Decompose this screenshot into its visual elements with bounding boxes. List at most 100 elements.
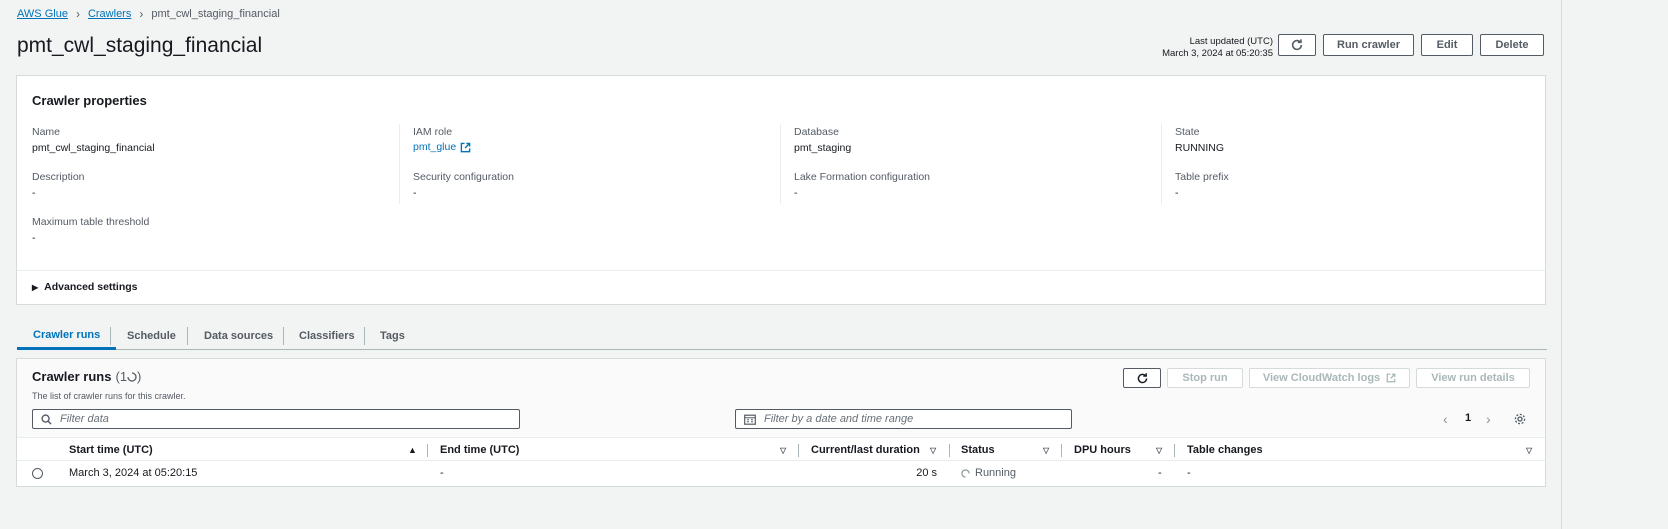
view-cloudwatch-logs-button[interactable]: View CloudWatch logs xyxy=(1249,368,1410,388)
column-separator xyxy=(798,444,799,457)
run-count: (1 ) xyxy=(115,369,141,384)
tab-crawler-runs[interactable]: Crawler runs xyxy=(17,322,117,350)
column-separator xyxy=(949,444,950,457)
state-label: State xyxy=(1175,126,1200,138)
date-range-placeholder: Filter by a date and time range xyxy=(764,413,914,425)
state-value: RUNNING xyxy=(1175,142,1224,154)
chevron-right-icon: › xyxy=(75,7,80,21)
tab-tags[interactable]: Tags xyxy=(364,322,421,350)
sort-icon[interactable]: ▽ xyxy=(1156,438,1162,462)
column-start-time[interactable]: Start time (UTC) xyxy=(69,438,153,462)
sort-icon[interactable]: ▽ xyxy=(780,438,786,462)
iam-role-value[interactable]: pmt_glue xyxy=(413,141,456,153)
table-prefix-label: Table prefix xyxy=(1175,171,1229,183)
crawler-runs-header: Crawler runs (1 ) xyxy=(32,369,141,384)
calendar-icon xyxy=(744,414,756,425)
gear-icon xyxy=(1514,413,1526,425)
breadcrumb-crawlers[interactable]: Crawlers xyxy=(88,8,131,20)
crawler-properties-title: Crawler properties xyxy=(32,93,147,108)
page-title: pmt_cwl_staging_financial xyxy=(17,34,263,57)
crawler-runs-subtitle: The list of crawler runs for this crawle… xyxy=(32,391,186,401)
advanced-settings-label: Advanced settings xyxy=(44,281,138,293)
max-table-threshold-value: - xyxy=(32,232,36,244)
cell-start-time: March 3, 2024 at 05:20:15 xyxy=(69,467,198,479)
page-number[interactable]: 1 xyxy=(1465,412,1471,424)
date-range-filter[interactable]: Filter by a date and time range xyxy=(735,409,1072,429)
database-value: pmt_staging xyxy=(794,142,852,154)
column-divider xyxy=(780,124,781,204)
column-end-time[interactable]: End time (UTC) xyxy=(440,438,519,462)
iam-role-label: IAM role xyxy=(413,126,453,138)
divider xyxy=(17,270,1545,271)
cell-end-time: - xyxy=(440,467,444,479)
loading-spinner-icon xyxy=(961,468,970,478)
database-label: Database xyxy=(794,126,839,138)
delete-button[interactable]: Delete xyxy=(1480,34,1544,56)
sort-ascending-icon[interactable]: ▲ xyxy=(408,438,417,462)
page-edge-divider xyxy=(1561,0,1562,529)
breadcrumb: AWS Glue › Crawlers › pmt_cwl_staging_fi… xyxy=(17,7,280,21)
table-header: Start time (UTC) ▲ End time (UTC) ▽ Curr… xyxy=(17,437,1545,461)
column-status[interactable]: Status xyxy=(961,438,995,462)
last-updated-value: March 3, 2024 at 05:20:35 xyxy=(1162,48,1273,59)
chevron-right-icon: › xyxy=(139,7,144,21)
caret-right-icon: ▶ xyxy=(32,282,39,292)
table-prefix-value: - xyxy=(1175,187,1179,199)
sort-icon[interactable]: ▽ xyxy=(1526,438,1532,462)
name-label: Name xyxy=(32,126,61,138)
row-select-radio[interactable] xyxy=(32,468,43,479)
run-count-close: ) xyxy=(137,369,142,384)
tab-schedule[interactable]: Schedule xyxy=(111,322,192,350)
crawler-runs-panel: Crawler runs (1 ) The list of crawler ru… xyxy=(16,358,1546,487)
run-count-open: (1 xyxy=(115,369,128,384)
tab-data-sources[interactable]: Data sources xyxy=(188,322,289,350)
filter-data-placeholder: Filter data xyxy=(60,413,109,425)
name-value: pmt_cwl_staging_financial xyxy=(32,142,155,154)
lake-formation-label: Lake Formation configuration xyxy=(794,171,930,183)
max-table-threshold-label: Maximum table threshold xyxy=(32,216,150,228)
cell-dpu-hours: - xyxy=(1158,467,1162,479)
stop-run-button[interactable]: Stop run xyxy=(1167,368,1243,388)
crawler-runs-title: Crawler runs xyxy=(32,369,112,384)
column-dpu-hours[interactable]: DPU hours xyxy=(1074,438,1131,462)
status-value: Running xyxy=(975,467,1016,479)
previous-page-icon[interactable]: ‹ xyxy=(1443,411,1448,427)
external-link-icon xyxy=(460,142,471,152)
cell-table-changes: - xyxy=(1187,467,1191,479)
column-table-changes[interactable]: Table changes xyxy=(1187,438,1263,462)
refresh-icon xyxy=(1291,39,1303,51)
column-separator xyxy=(427,444,428,457)
breadcrumb-aws-glue[interactable]: AWS Glue xyxy=(17,8,68,20)
refresh-icon xyxy=(1137,372,1147,383)
breadcrumb-current: pmt_cwl_staging_financial xyxy=(151,8,280,20)
edit-button[interactable]: Edit xyxy=(1421,34,1473,56)
security-config-label: Security configuration xyxy=(413,171,514,183)
refresh-button[interactable] xyxy=(1278,34,1316,56)
last-updated-label: Last updated (UTC) xyxy=(1189,36,1273,47)
iam-role-link[interactable]: pmt_glue xyxy=(413,141,471,153)
filter-data-input[interactable]: Filter data xyxy=(32,409,520,429)
settings-button[interactable] xyxy=(1513,412,1527,426)
cell-duration: 20 s xyxy=(916,467,937,479)
sort-icon[interactable]: ▽ xyxy=(930,438,936,462)
security-config-value: - xyxy=(413,187,417,199)
view-cloudwatch-logs-label: View CloudWatch logs xyxy=(1262,372,1381,384)
lake-formation-value: - xyxy=(794,187,798,199)
column-duration[interactable]: Current/last duration xyxy=(811,438,920,462)
cell-status: Running xyxy=(961,467,1016,479)
last-updated: Last updated (UTC) March 3, 2024 at 05:2… xyxy=(1162,36,1273,60)
loading-spinner-icon xyxy=(127,371,137,382)
advanced-settings-toggle[interactable]: ▶ Advanced settings xyxy=(32,281,138,293)
tab-bar: Crawler runs Schedule Data sources Class… xyxy=(17,322,1547,350)
run-crawler-button[interactable]: Run crawler xyxy=(1323,34,1414,56)
search-icon xyxy=(41,413,52,425)
column-divider xyxy=(399,124,400,204)
table-row[interactable]: March 3, 2024 at 05:20:15 - 20 s Running… xyxy=(17,461,1545,486)
column-separator xyxy=(1061,444,1062,457)
view-run-details-button[interactable]: View run details xyxy=(1416,368,1530,388)
next-page-icon[interactable]: › xyxy=(1486,411,1491,427)
sort-icon[interactable]: ▽ xyxy=(1043,438,1049,462)
tab-classifiers[interactable]: Classifiers xyxy=(283,322,371,350)
description-label: Description xyxy=(32,171,85,183)
refresh-runs-button[interactable] xyxy=(1123,368,1161,388)
